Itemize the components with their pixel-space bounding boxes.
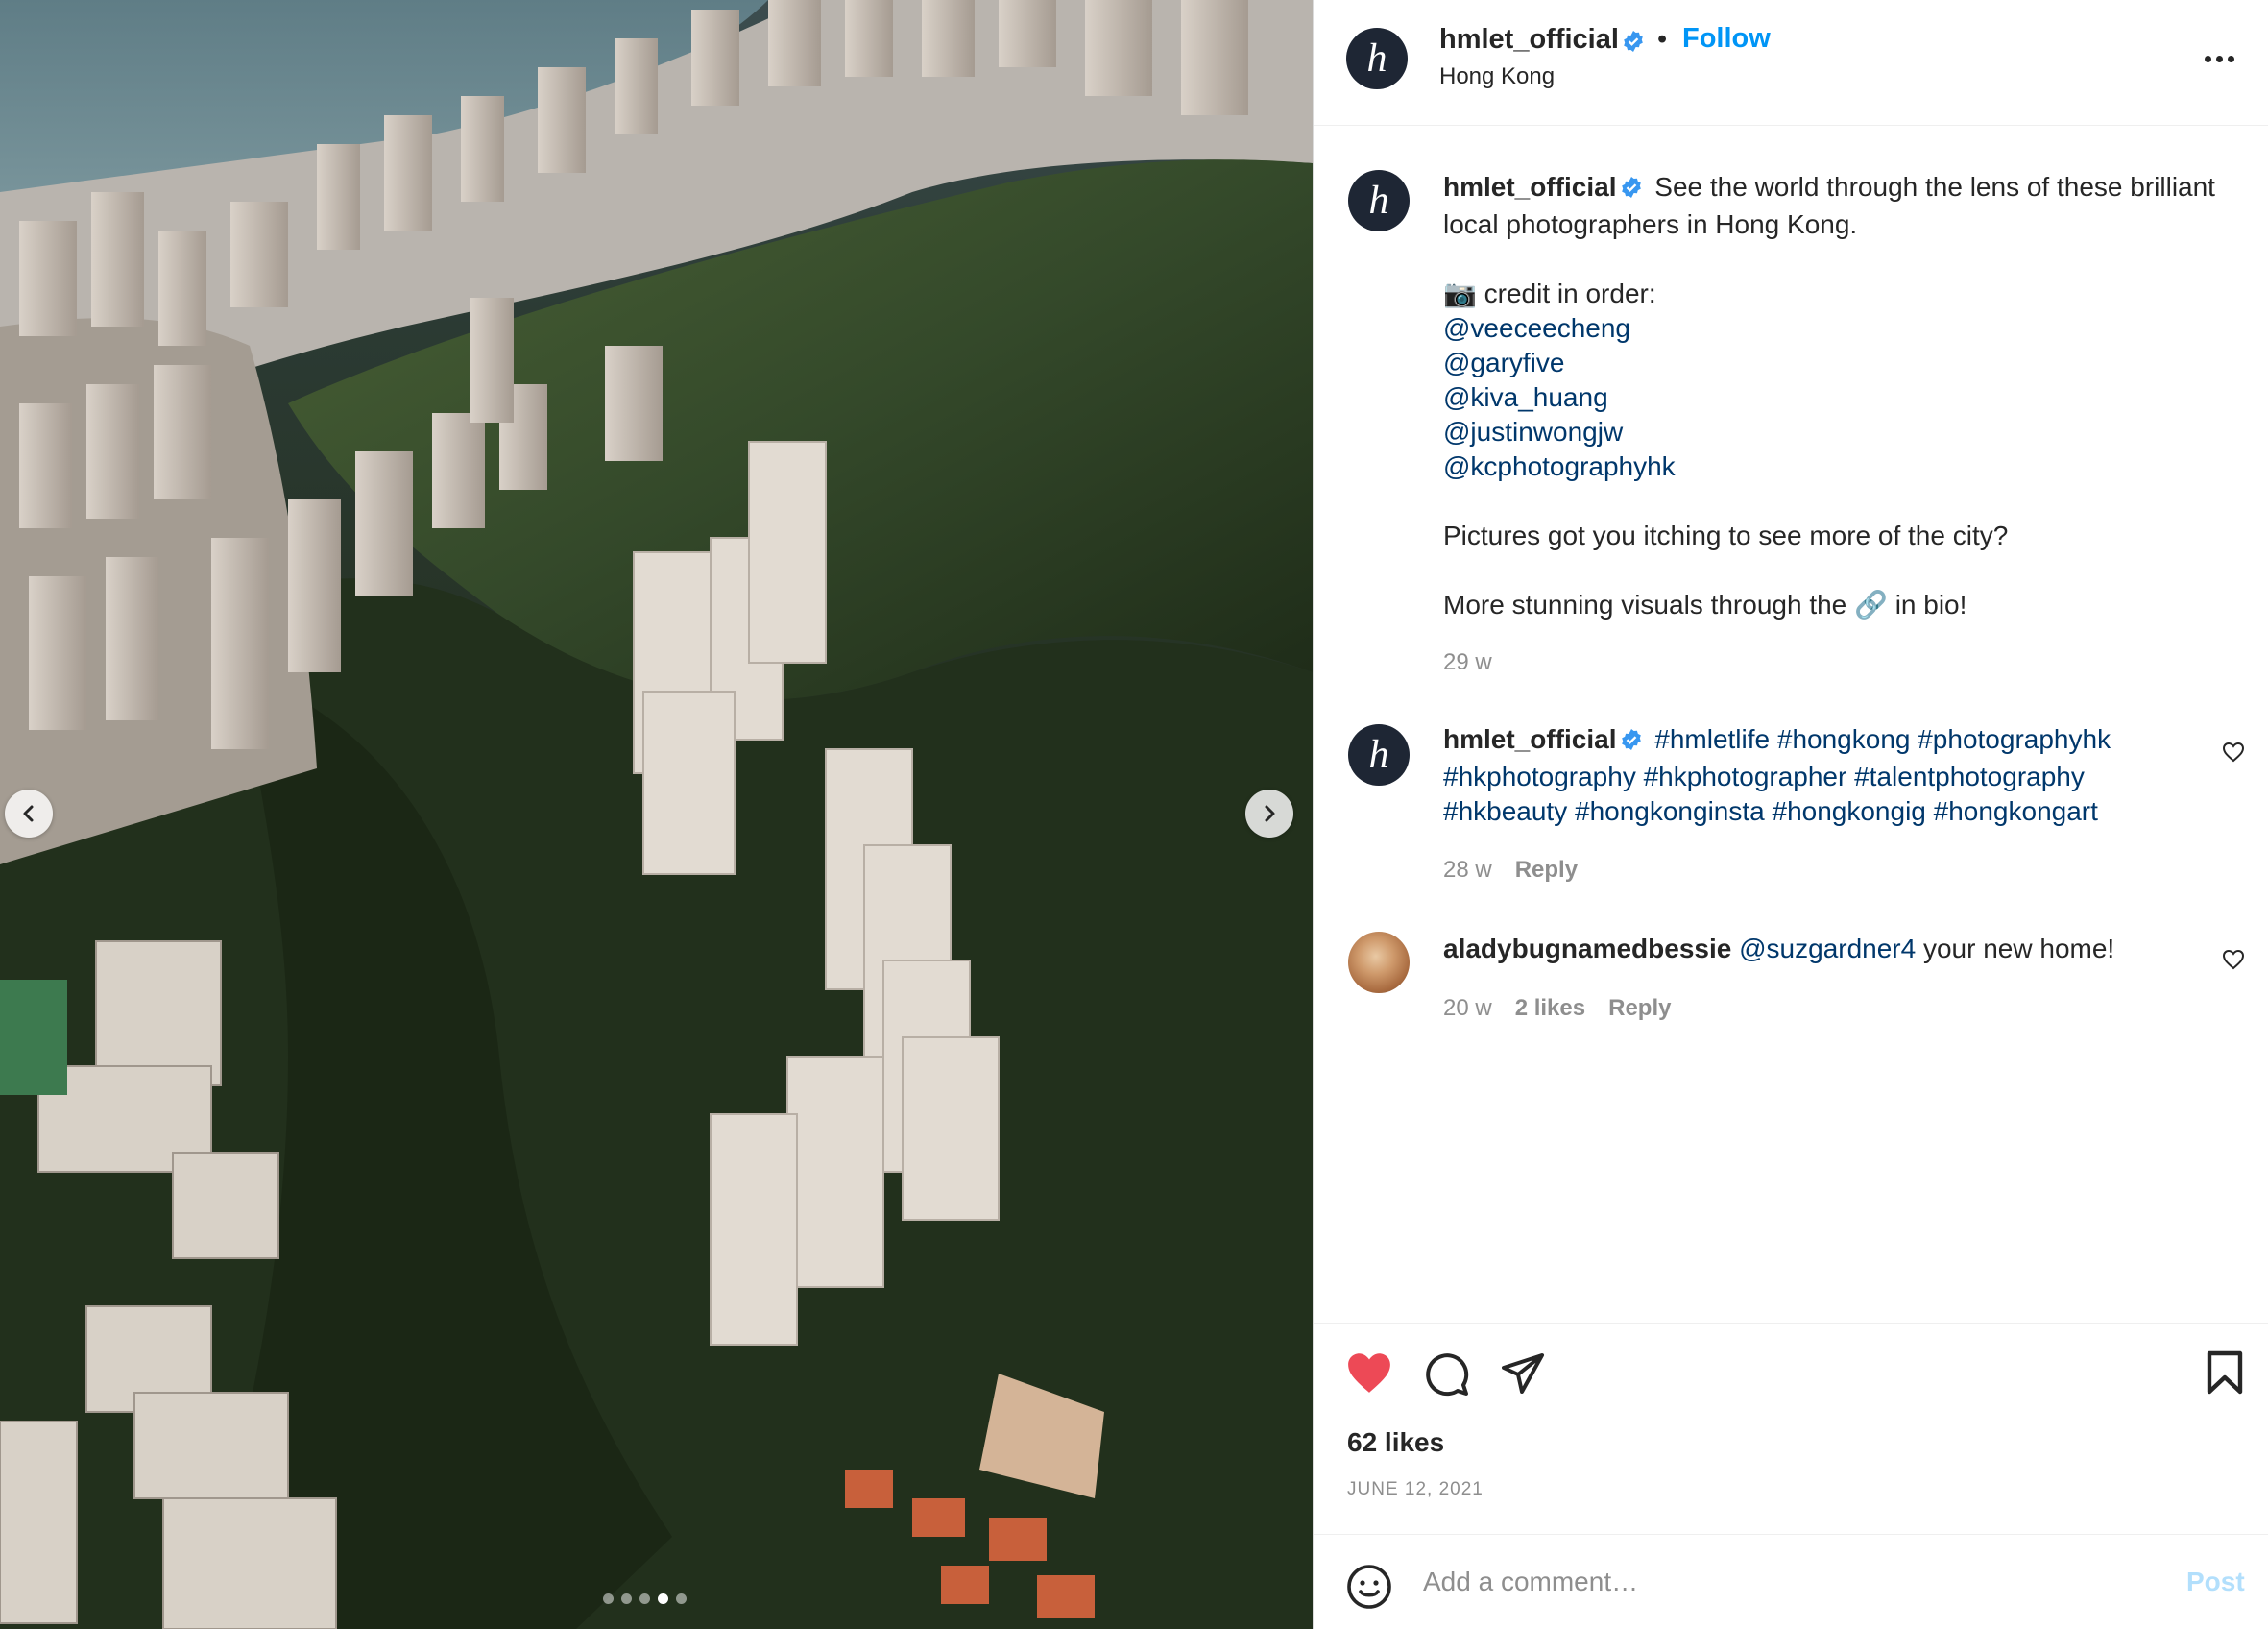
- caption-time[interactable]: 29 w: [1443, 649, 1492, 676]
- carousel-indicator: [603, 1593, 687, 1604]
- more-dot-icon: [2205, 56, 2211, 62]
- reply-button[interactable]: Reply: [1608, 995, 1671, 1022]
- caption-meta: 29 w: [1443, 649, 1492, 676]
- mention-link[interactable]: @veeceecheng: [1443, 311, 2221, 346]
- post-photo[interactable]: [0, 0, 1313, 1629]
- caption-avatar[interactable]: h: [1348, 170, 1410, 231]
- more-dot-icon: [2216, 56, 2223, 62]
- caption-username[interactable]: hmlet_official: [1443, 172, 1616, 202]
- chevron-left-icon: [23, 805, 34, 822]
- chevron-right-icon: [1265, 805, 1275, 822]
- next-photo-button[interactable]: [1245, 790, 1293, 838]
- post-comment-button[interactable]: Post: [2186, 1567, 2245, 1597]
- comment-time[interactable]: 28 w: [1443, 857, 1492, 884]
- comment-meta: 28 w Reply: [1443, 857, 1578, 884]
- comment: hmlet_official #hmletlife #hongkong #pho…: [1443, 722, 2211, 829]
- avatar-letter: h: [1366, 36, 1387, 81]
- header-username[interactable]: hmlet_official: [1439, 24, 1619, 56]
- heart-outline-icon: [2222, 949, 2245, 970]
- post-date[interactable]: JUNE 12, 2021: [1347, 1479, 1484, 1500]
- mention-link[interactable]: @kcphotographyhk: [1443, 450, 2221, 484]
- save-button[interactable]: [2206, 1350, 2244, 1399]
- more-dot-icon: [2228, 56, 2234, 62]
- verified-badge-icon: [1620, 725, 1643, 760]
- emoji-icon: [1347, 1565, 1391, 1609]
- post-details-panel: h hmlet_official • Follow Hong Kong h hm…: [1313, 0, 2268, 1629]
- like-button[interactable]: [1345, 1350, 1393, 1399]
- verified-badge-icon: [1622, 30, 1645, 58]
- comment-time[interactable]: 20 w: [1443, 995, 1492, 1022]
- share-button[interactable]: [1500, 1351, 1546, 1400]
- camera-icon: 📷: [1443, 279, 1477, 308]
- avatar[interactable]: h: [1346, 28, 1408, 89]
- likes-count[interactable]: 62 likes: [1347, 1427, 1444, 1458]
- post-header: h hmlet_official • Follow Hong Kong: [1314, 0, 2268, 126]
- comment-username[interactable]: hmlet_official: [1443, 724, 1616, 754]
- location-link[interactable]: Hong Kong: [1439, 63, 1555, 90]
- credit-label: credit in order:: [1484, 279, 1656, 308]
- carousel-dot: [639, 1593, 650, 1604]
- caption-question: Pictures got you itching to see more of …: [1443, 521, 2009, 550]
- follow-button[interactable]: Follow: [1682, 23, 1771, 55]
- avatar-letter: h: [1368, 179, 1389, 223]
- mention-link[interactable]: @kiva_huang: [1443, 380, 2221, 415]
- heart-filled-icon: [1348, 1353, 1390, 1393]
- verified-badge-icon: [1620, 173, 1643, 207]
- aerial-city-image: [0, 0, 1313, 1629]
- comment-username[interactable]: aladybugnamedbessie: [1443, 934, 1731, 963]
- carousel-dot: [621, 1593, 632, 1604]
- comment-avatar[interactable]: h: [1348, 724, 1410, 786]
- caption: hmlet_official See the world through the…: [1443, 170, 2221, 622]
- carousel-dot: [676, 1593, 687, 1604]
- separator-dot: •: [1657, 24, 1668, 55]
- comment-button[interactable]: [1424, 1351, 1470, 1402]
- caption-bio-before: More stunning visuals through the: [1443, 590, 1847, 620]
- mention-link[interactable]: @suzgardner4: [1739, 934, 1916, 963]
- previous-photo-button[interactable]: [5, 790, 53, 838]
- avatar-letter: h: [1368, 733, 1389, 777]
- comment-input[interactable]: [1423, 1560, 2095, 1604]
- paper-plane-icon: [1502, 1353, 1544, 1394]
- reply-button[interactable]: Reply: [1515, 857, 1578, 884]
- like-comment-button[interactable]: [2222, 949, 2245, 975]
- comment-text: your new home!: [1922, 934, 2115, 963]
- emoji-button[interactable]: [1346, 1564, 1392, 1615]
- add-comment-bar: Post: [1314, 1534, 2268, 1629]
- carousel-dot: [658, 1593, 668, 1604]
- heart-outline-icon: [2222, 742, 2245, 763]
- link-icon: 🔗: [1854, 590, 1888, 620]
- comment: aladybugnamedbessie @suzgardner4 your ne…: [1443, 932, 2221, 966]
- comment-meta: 20 w 2 likes Reply: [1443, 995, 1671, 1022]
- comment-bubble-icon: [1426, 1353, 1469, 1397]
- more-options-button[interactable]: [2205, 56, 2234, 62]
- comment-likes[interactable]: 2 likes: [1515, 995, 1585, 1022]
- mention-link[interactable]: @justinwongjw: [1443, 415, 2221, 450]
- like-comment-button[interactable]: [2222, 742, 2245, 767]
- carousel-dot: [603, 1593, 614, 1604]
- caption-bio-after: in bio!: [1894, 590, 1967, 620]
- post-actions: 62 likes JUNE 12, 2021: [1314, 1323, 2268, 1534]
- avatar[interactable]: [1348, 932, 1410, 993]
- bookmark-icon: [2207, 1350, 2243, 1395]
- mention-link[interactable]: @garyfive: [1443, 346, 2221, 380]
